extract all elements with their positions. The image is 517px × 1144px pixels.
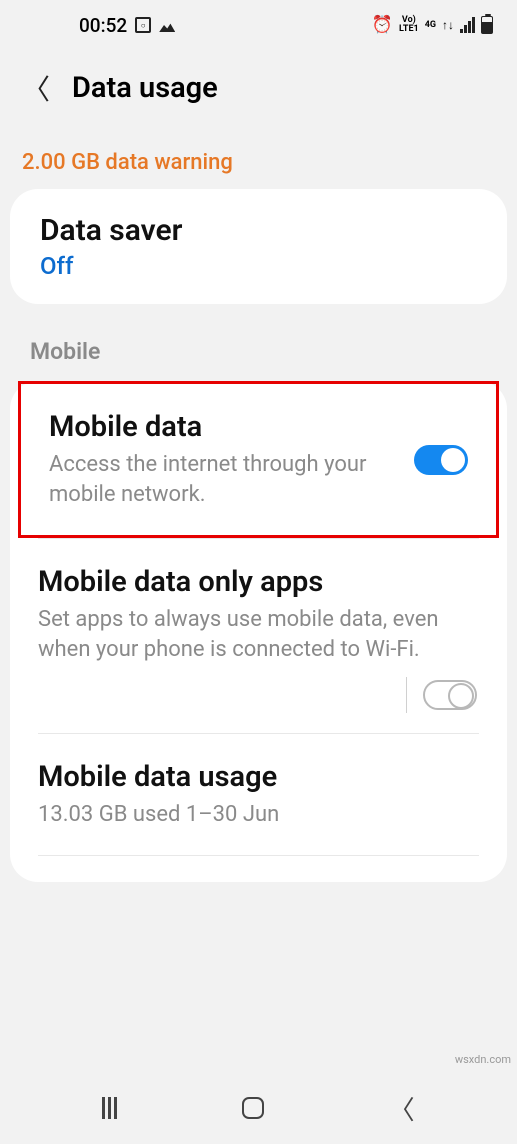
data-saver-title: Data saver <box>40 213 477 248</box>
page-header: 〈 Data usage <box>0 48 517 128</box>
mobile-data-sub: Access the internet through your mobile … <box>49 450 402 509</box>
network-4g-icon: 4G <box>425 21 436 30</box>
alarm-icon: ⏰ <box>372 15 393 35</box>
mobile-data-usage-sub: 13.03 GB used 1–30 Jun <box>38 800 479 830</box>
mobile-data-only-toggle[interactable] <box>423 680 477 710</box>
mobile-data-only-row[interactable]: Mobile data only apps Set apps to always… <box>10 539 507 676</box>
mobile-data-usage-row[interactable]: Mobile data usage 13.03 GB used 1–30 Jun <box>10 734 507 856</box>
back-icon[interactable]: 〈 <box>22 68 50 108</box>
recents-button[interactable] <box>102 1097 117 1119</box>
status-time: 00:52 <box>79 14 127 37</box>
data-saver-state: Off <box>40 252 477 280</box>
home-button[interactable] <box>242 1097 264 1119</box>
mobile-data-only-title: Mobile data only apps <box>38 565 479 599</box>
mobile-data-toggle[interactable] <box>414 445 468 475</box>
billing-cycle-title-cutoff[interactable]: Billing cycle and data <box>10 856 507 878</box>
signal-icon <box>460 17 475 33</box>
mobile-data-highlight: Mobile data Access the internet through … <box>18 381 499 538</box>
status-left: 00:52 <box>24 14 175 37</box>
data-arrows-icon: ↑↓ <box>442 18 454 32</box>
watermark: wsxdn.com <box>455 1053 511 1066</box>
volte-icon: Vo) LTE1 <box>399 16 419 34</box>
data-warning-label: 2.00 GB data warning <box>0 128 517 183</box>
status-bar: 00:52 ⏰ Vo) LTE1 4G ↑↓ <box>0 0 517 48</box>
navigation-bar: 〈 <box>0 1072 517 1144</box>
mobile-data-usage-title: Mobile data usage <box>38 760 479 794</box>
data-saver-card[interactable]: Data saver Off <box>10 189 507 304</box>
picture-icon <box>159 18 175 32</box>
mobile-data-only-toggle-row <box>10 677 507 733</box>
mobile-card: Mobile data Access the internet through … <box>10 381 507 882</box>
mobile-data-only-sub: Set apps to always use mobile data, even… <box>38 605 479 664</box>
mobile-data-title: Mobile data <box>49 410 402 444</box>
toggle-separator <box>406 677 407 713</box>
section-mobile-label: Mobile <box>0 310 517 375</box>
page-title: Data usage <box>72 71 218 105</box>
status-right: ⏰ Vo) LTE1 4G ↑↓ <box>372 15 493 35</box>
stop-icon <box>135 17 151 33</box>
mobile-data-row[interactable]: Mobile data Access the internet through … <box>21 384 496 535</box>
back-button[interactable]: 〈 <box>389 1090 415 1127</box>
battery-icon <box>481 16 493 34</box>
